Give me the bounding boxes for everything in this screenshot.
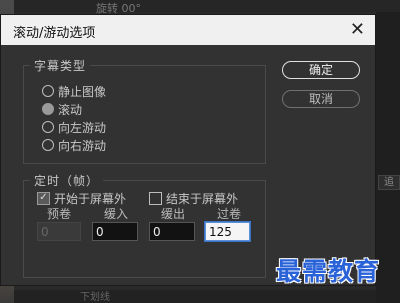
ease-out-input[interactable] [149,222,195,241]
background-right-button: 追 [378,175,400,190]
ok-button[interactable]: 确定 [282,61,360,79]
background-panel-top: 旋转 00° [14,0,400,15]
ease-in-label: 缓入 [104,207,129,221]
start-offscreen-checkbox[interactable]: ✓ 开始于屏幕外 [37,190,126,206]
checkbox-unchecked-icon[interactable] [149,191,162,205]
postroll-input[interactable] [205,222,250,241]
radio-crawl-left[interactable]: 向左游动 [42,119,106,135]
radio-circle-icon[interactable] [42,121,54,133]
checkbox-label: 结束于屏幕外 [166,191,239,206]
radio-label: 向左游动 [58,120,107,135]
timing-legend: 定时（帧） [30,172,104,189]
roll-crawl-options-dialog: 滚动/游动选项 ✕ 字幕类型 静止图像 滚动 向左游动 向右游动 定时（帧） ✓… [0,14,376,286]
ease-out-label: 缓出 [161,207,186,221]
caption-type-legend: 字幕类型 [30,57,91,74]
radio-circle-icon[interactable] [42,85,54,97]
caption-type-group: 字幕类型 静止图像 滚动 向左游动 向右游动 [23,57,266,164]
dialog-title: 滚动/游动选项 [13,26,96,41]
radio-selected-icon[interactable] [42,103,54,115]
background-underline-label: 下划线 [80,292,110,303]
close-icon[interactable]: ✕ [350,19,365,40]
radio-roll[interactable]: 滚动 [42,101,82,117]
radio-label: 滚动 [58,102,83,117]
dialog-titlebar[interactable]: 滚动/游动选项 ✕ [1,15,375,45]
radio-still-image[interactable]: 静止图像 [42,83,106,99]
checkbox-label: 开始于屏幕外 [54,191,127,206]
preroll-input [37,222,81,241]
radio-label: 静止图像 [58,84,107,99]
radio-label: 向右游动 [58,138,107,153]
cancel-button[interactable]: 取消 [282,90,360,108]
postroll-label: 过卷 [217,207,242,221]
watermark-logo-text: 最需教育 [276,257,381,286]
preroll-label: 预卷 [47,207,72,221]
radio-circle-icon[interactable] [42,139,54,151]
end-offscreen-checkbox[interactable]: 结束于屏幕外 [149,190,238,206]
background-panel-bottom [14,290,376,303]
radio-crawl-right[interactable]: 向右游动 [42,137,106,153]
checkbox-checked-icon[interactable]: ✓ [37,191,50,205]
ease-in-input[interactable] [92,222,138,241]
